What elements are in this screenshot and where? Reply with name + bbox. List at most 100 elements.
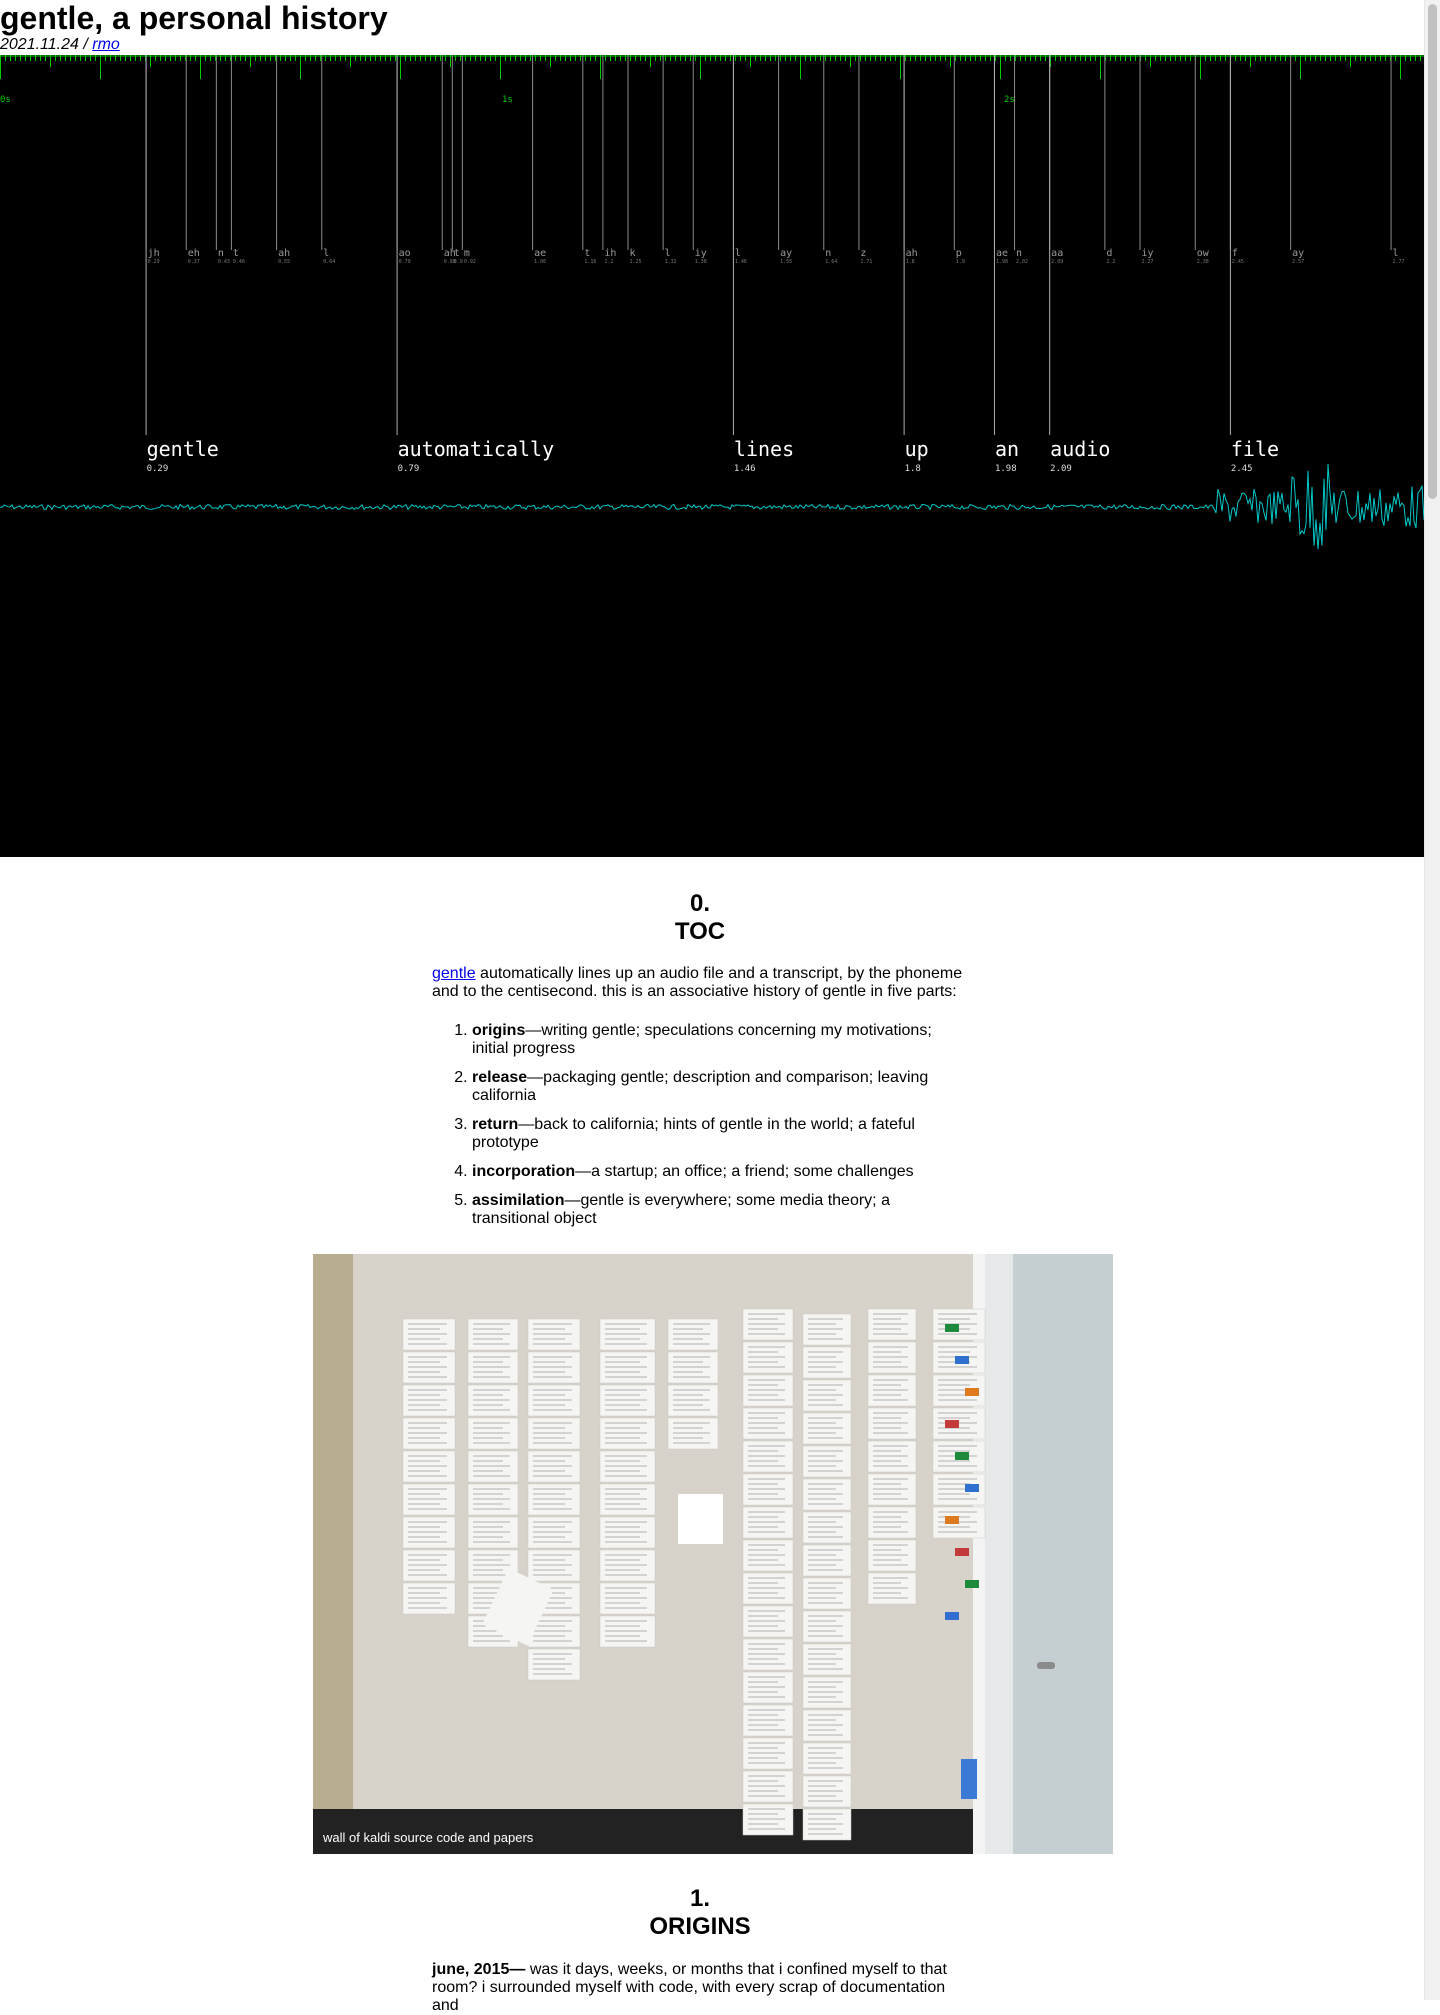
phoneme-time: 1.8 <box>906 259 915 265</box>
alignment-canvas[interactable]: 0s 1s 2sjh0.29eh0.37n0.43t0.46ah0.55l0.64a… <box>0 55 1424 857</box>
word-label: automatically <box>398 437 555 461</box>
phoneme-label: ae <box>534 248 546 259</box>
origins-date-lead: june, 2015— <box>432 1961 526 1978</box>
phoneme-time: 1.9 <box>956 259 965 265</box>
time-label: 0s <box>0 95 11 105</box>
page-header: gentle, a personal history 2021.11.24 / … <box>0 0 1424 55</box>
phoneme-label: ah <box>278 248 290 259</box>
phoneme-label: eh <box>188 248 200 259</box>
phoneme-time: 2.45 <box>1232 259 1244 265</box>
phoneme-time: 2.2 <box>1106 259 1115 265</box>
post-date: 2021.11.24 <box>0 36 79 53</box>
phoneme-label: jh <box>148 248 160 259</box>
word-label: an <box>995 437 1019 461</box>
left-wall <box>313 1254 353 1854</box>
word-label: file <box>1231 437 1279 461</box>
phoneme-label: l <box>1393 248 1399 259</box>
phoneme-time: 0.29 <box>148 259 160 265</box>
phoneme-label: t <box>584 248 590 259</box>
phoneme-label: d <box>1106 248 1112 259</box>
phoneme-label: ah <box>444 248 456 259</box>
phoneme-time: 1.2 <box>604 259 613 265</box>
toc-item-title: origins <box>472 1022 526 1039</box>
phoneme-label: n <box>825 248 831 259</box>
audio-waveform <box>0 464 1424 550</box>
wall-magnet <box>955 1452 969 1460</box>
byline: 2021.11.24 / rmo <box>0 36 120 54</box>
phoneme-time: 1.32 <box>665 259 677 265</box>
origins-heading: 1. ORIGINS <box>432 1885 968 1941</box>
wall-magnet <box>945 1324 959 1332</box>
toc-item-return: return—back to california; hints of gent… <box>472 1116 968 1152</box>
wall-magnet <box>945 1420 959 1428</box>
phoneme-label: p <box>956 248 962 259</box>
origins-title: ORIGINS <box>649 1913 751 1940</box>
toc-item-origins: origins—writing gentle; speculations con… <box>472 1022 968 1058</box>
photo-image <box>313 1254 1113 1854</box>
page-scrollbar[interactable] <box>1424 0 1440 2000</box>
phoneme-label: k <box>630 248 636 259</box>
word-time: 2.45 <box>1231 464 1253 474</box>
phoneme-label: t <box>233 248 239 259</box>
toc-item-title: release <box>472 1069 528 1086</box>
word-time: 2.09 <box>1050 464 1072 474</box>
phoneme-label: ae <box>996 248 1008 259</box>
page-title: gentle, a personal history <box>0 0 388 36</box>
phoneme-label: ah <box>906 248 918 259</box>
phoneme-time: 1.64 <box>825 259 837 265</box>
phoneme-time: 1.46 <box>735 259 747 265</box>
toc-heading: 0. TOC <box>432 890 968 946</box>
time-label: 2s <box>1004 95 1015 105</box>
phoneme-time: 0.55 <box>278 259 290 265</box>
photo-caption: wall of kaldi source code and papers <box>323 1830 534 1845</box>
phoneme-label: ay <box>780 248 792 259</box>
phoneme-time: 2.09 <box>1051 259 1063 265</box>
phoneme-time: 0.46 <box>233 259 245 265</box>
toc-item-release: release—packaging gentle; description an… <box>472 1069 968 1105</box>
toc-intro: gentle automatically lines up an audio f… <box>432 965 968 1001</box>
toc-item-title: return <box>472 1116 519 1133</box>
origins-paragraph: june, 2015— was it days, weeks, or month… <box>432 1961 968 2015</box>
gentle-link[interactable]: gentle <box>432 965 476 982</box>
phoneme-time: 1.55 <box>780 259 792 265</box>
phoneme-time: 0.92 <box>464 259 476 265</box>
toc-item-title: assimilation <box>472 1192 565 1209</box>
phoneme-time: 1.98 <box>996 259 1008 265</box>
origins-number: 1. <box>689 1885 710 1912</box>
phoneme-label: z <box>860 248 866 259</box>
diagram-sheet <box>678 1494 723 1544</box>
phoneme-time: 2.57 <box>1292 259 1304 265</box>
phoneme-label: aa <box>1051 248 1063 259</box>
phoneme-label: n <box>218 248 224 259</box>
wall-magnet <box>955 1356 969 1364</box>
wall-magnet <box>965 1484 979 1492</box>
phoneme-time: 2.77 <box>1393 259 1405 265</box>
time-label: 1s <box>502 95 513 105</box>
door-handle <box>1037 1662 1055 1669</box>
word-time: 1.46 <box>734 464 756 474</box>
author-link[interactable]: rmo <box>92 36 120 53</box>
byline-separator: / <box>78 36 93 53</box>
phoneme-time: 1.71 <box>860 259 872 265</box>
phoneme-time: 2.38 <box>1197 259 1209 265</box>
toc-item-desc: —packaging gentle; description and compa… <box>472 1069 929 1104</box>
phoneme-label: ao <box>399 248 411 259</box>
scrollbar-thumb[interactable] <box>1428 4 1437 499</box>
alignment-visualizer[interactable]: 0s 1s 2s jh 0.29 eh 0.37 n 0.43 t 0.46 ah 0.55 l 0.64 a… <box>0 55 1424 857</box>
phoneme-label: iy <box>695 248 707 259</box>
phoneme-time: 0.37 <box>188 259 200 265</box>
phoneme-time: 0.79 <box>399 259 411 265</box>
toc-item-assimilation: assimilation—gentle is everywhere; some … <box>472 1192 968 1228</box>
spray-bottle <box>961 1759 977 1799</box>
toc-intro-text: automatically lines up an audio file and… <box>432 965 963 1000</box>
wall-magnet <box>945 1612 959 1620</box>
word-label: audio <box>1050 437 1110 461</box>
phoneme-label: ay <box>1292 248 1304 259</box>
office-wall-photo: wall of kaldi source code and papers <box>313 1254 1113 1854</box>
phoneme-time: 1.38 <box>695 259 707 265</box>
wall-magnet <box>955 1548 969 1556</box>
phoneme-time: 0.43 <box>218 259 230 265</box>
word-label: up <box>905 437 929 461</box>
phoneme-time: 1.06 <box>534 259 546 265</box>
phoneme-time: 1.16 <box>584 259 596 265</box>
